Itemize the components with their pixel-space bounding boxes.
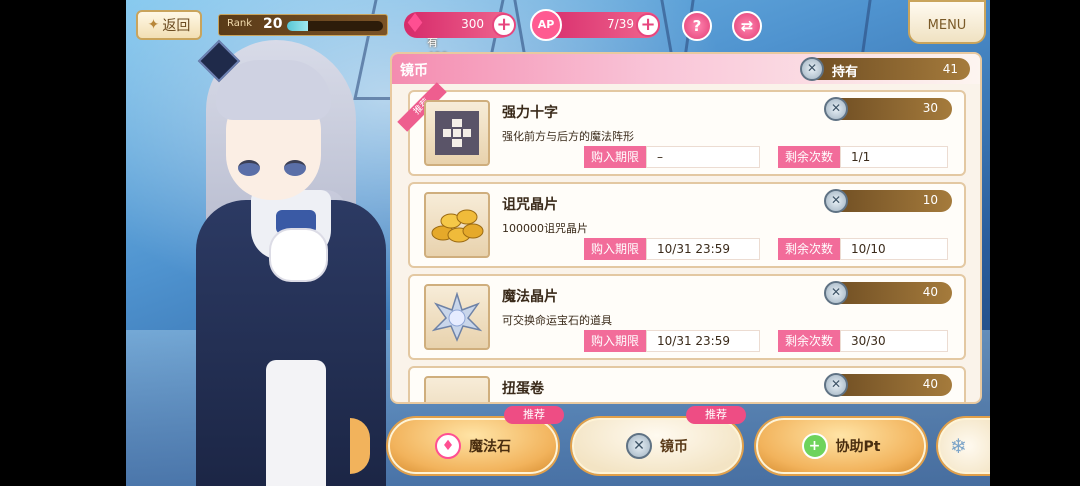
item-description: 强化前方与后方的魔法阵形 [502,130,634,143]
purchase-limit-label: 购入期限 [584,146,646,168]
recommend-badge: 推荐 [686,406,746,424]
help-button[interactable]: ? [682,11,712,41]
switch-button[interactable]: ⇄ [732,11,762,41]
magic-stone-counter: ♦ 300 + [403,9,516,39]
mirror-coin-icon: ✕ [824,97,848,121]
game-screen: ✦ 返回 Rank 20 还有430 ♦ 300 + AP 7/39 + ? ⇄… [126,0,990,486]
purchase-limit-value: – [646,146,760,168]
character-bangs [216,60,331,120]
rank-value: 20 [263,16,283,32]
price-value: 40 [922,377,938,391]
rank-progress-fill [287,21,309,31]
mirror-coin-icon: ✕ [626,433,652,459]
character-eye [238,160,260,176]
owned-value: 41 [942,62,958,76]
remaining-count-label: 剩余次数 [778,330,840,352]
item-description: 可交换命运宝石的道具 [502,314,612,327]
shop-item[interactable]: 魔法晶片 可交换命运宝石的道具 ✕ 40 购入期限 10/31 23:59 剩余… [408,274,966,360]
add-ap-button[interactable]: + [636,13,660,37]
tab-magic-stone[interactable]: ♦ 魔法石 [388,418,558,474]
owned-label: 持有 [832,65,859,80]
purchase-limit-label: 购入期限 [584,238,646,260]
back-arrow-icon: ✦ [147,17,160,33]
tab-partial-right[interactable]: ❄ [938,418,990,474]
price-value: 30 [922,101,938,115]
purchase-limit-value: 10/31 23:59 [646,330,760,352]
character-hands [271,230,326,280]
recommend-badge: 推荐 [504,406,564,424]
mirror-coin-icon: ✕ [824,281,848,305]
item-price: ✕ 30 [824,97,952,121]
tab-label: 协助Pt [835,439,881,455]
remaining-count-value: 1/1 [840,146,948,168]
ap-counter: AP 7/39 + [530,9,660,41]
item-name: 诅咒晶片 [502,197,558,213]
tab-label: 镜币 [660,439,688,455]
magic-crystal-icon [424,284,490,350]
screen-bezel-right [990,0,1080,486]
snowflake-icon: ❄ [950,434,967,458]
shop-item[interactable]: 诅咒晶片 100000诅咒晶片 ✕ 10 购入期限 10/31 23:59 剩余… [408,182,966,268]
rank-progress-bar [287,21,383,31]
menu-button[interactable]: MENU [908,0,986,44]
character-eye [284,160,306,176]
ap-value: 7/39 [607,17,634,31]
remaining-count-value: 10/10 [840,238,948,260]
shop-item[interactable]: 推荐 强力十字 强化前方与后方的魔法阵形 ✕ 30 购入期限 – 剩余次数 1/… [397,82,966,176]
magic-stone-value: 300 [461,17,484,31]
mirror-coin-icon: ✕ [800,57,824,81]
gacha-ticket-icon [424,376,490,402]
owned-currency: ✕ 持有 41 [800,57,970,81]
back-button[interactable]: ✦ 返回 [136,10,202,40]
back-label: 返回 [162,18,191,34]
price-value: 10 [922,193,938,207]
gold-coins-icon [424,192,490,258]
screen-bezel-left [0,0,126,486]
character-apron [266,360,326,486]
rank-label: Rank [227,18,252,29]
mirror-coin-icon: ✕ [824,373,848,397]
menu-label: MENU [927,18,967,33]
item-price: ✕ 40 [824,373,952,397]
item-description: 100000诅咒晶片 [502,222,588,235]
plus-circle-icon: + [801,433,828,459]
purchase-limit-label: 购入期限 [584,330,646,352]
cross-formation-icon [424,100,490,166]
shop-item[interactable]: 扭蛋卷 ✕ 40 [408,366,966,402]
item-name: 扭蛋卷 [502,381,544,397]
remaining-count-label: 剩余次数 [778,238,840,260]
ap-icon: AP [530,9,562,41]
shop-panel: 镜币 ✕ 持有 41 推荐 强力十字 强化前方与后方的魔法阵形 ✕ 30 购入期… [390,52,982,404]
rank-display: Rank 20 还有430 [218,14,448,63]
tab-label: 魔法石 [469,439,511,455]
item-price: ✕ 40 [824,281,952,305]
swap-icon: ⇄ [740,17,754,35]
remaining-count-value: 30/30 [840,330,948,352]
panel-title: 镜币 [400,63,428,79]
panel-header: 镜币 ✕ 持有 41 [392,54,980,84]
gem-icon: ♦ [403,9,427,39]
item-name: 魔法晶片 [502,289,558,305]
tab-mirror-coin[interactable]: ✕ 镜币 [572,418,742,474]
help-icon: ? [692,17,702,35]
purchase-limit-value: 10/31 23:59 [646,238,760,260]
item-name: 强力十字 [502,105,558,121]
add-gems-button[interactable]: + [492,13,516,37]
mirror-coin-icon: ✕ [824,189,848,213]
gem-icon: ♦ [435,433,461,459]
item-price: ✕ 10 [824,189,952,213]
tab-support-pt[interactable]: + 协助Pt [756,418,926,474]
remaining-count-label: 剩余次数 [778,146,840,168]
price-value: 40 [922,285,938,299]
